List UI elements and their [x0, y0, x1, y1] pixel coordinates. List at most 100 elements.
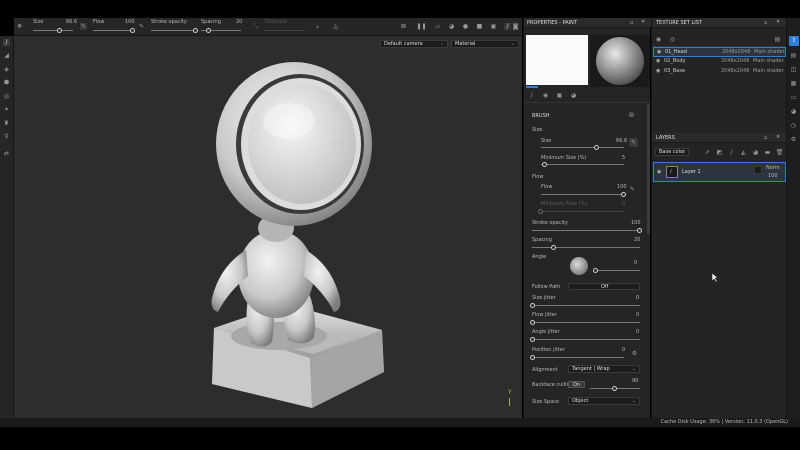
add-fill-layer-icon[interactable]: ◭ [740, 149, 747, 156]
material-tab-icon[interactable]: ◕ [570, 92, 577, 99]
eraser-tool-icon[interactable]: ◢ [3, 52, 10, 59]
pen-pressure-size-icon[interactable]: ✎ [80, 23, 87, 30]
size-jitter-slider[interactable] [532, 305, 640, 306]
layer-opacity[interactable]: 100 [768, 174, 778, 179]
3d-viewport[interactable]: Default camera ⌄ Material ⌄ Y [14, 36, 522, 418]
angle-dial[interactable] [570, 257, 588, 275]
add-paint-layer-icon[interactable]: / [728, 149, 735, 156]
toolbar-flow-slider[interactable] [93, 30, 133, 31]
follow-path-toggle[interactable]: Off [568, 283, 640, 290]
texture-set-settings-icon[interactable]: ▦ [790, 80, 797, 87]
symmetry-icon[interactable]: ✥ [16, 23, 23, 30]
screenshot-icon[interactable]: ◙ [512, 23, 519, 30]
preset-icon[interactable]: ▤ [629, 113, 634, 118]
close-icon[interactable]: ✕ [641, 20, 645, 25]
close-icon[interactable]: ✕ [776, 135, 780, 140]
bake-tool-icon[interactable]: ⚲ [3, 133, 10, 140]
alignment-select[interactable]: Tangent | Wrap ⌄ [568, 365, 640, 373]
flow-jitter-slider[interactable] [532, 322, 640, 323]
transform-tool-icon[interactable]: ⇄ [3, 150, 10, 157]
size-jitter-slider-handle[interactable] [530, 303, 535, 308]
size-slider-handle[interactable] [593, 145, 599, 150]
settings-menu-icon[interactable]: ▤ [774, 36, 781, 43]
smudge-tool-icon[interactable]: ◎ [3, 93, 10, 100]
min-flow-slider-handle[interactable] [538, 209, 543, 214]
stroke-opacity-slider[interactable] [532, 230, 640, 231]
display-settings-icon[interactable]: ● [462, 23, 469, 30]
split-view-icon[interactable]: ▣ [490, 23, 497, 30]
spacing-slider[interactable] [532, 247, 640, 248]
size-slider[interactable] [541, 147, 624, 148]
shader-settings-icon[interactable]: ◕ [790, 108, 797, 115]
material-preview[interactable] [590, 35, 650, 87]
brush-alpha-preview[interactable] [526, 35, 588, 85]
visibility-icon[interactable]: ◉ [656, 59, 660, 64]
polygon-fill-tool-icon[interactable]: ⬢ [3, 79, 10, 86]
texture-set-row[interactable]: ◉ 03_Base 2048x2048 Main shader [653, 67, 786, 77]
texture-set-row[interactable]: ◉ 01_Head 2048x2048 Main shader [653, 47, 786, 57]
min-size-slider-handle[interactable] [542, 162, 548, 167]
lazy-mouse-icon[interactable]: ⤡ [252, 23, 259, 30]
stencil-tab-icon[interactable]: ▣ [556, 92, 563, 99]
add-folder-icon[interactable]: ▬ [764, 149, 771, 156]
angle-slider[interactable] [596, 270, 640, 271]
visibility-icon[interactable]: ◉ [655, 36, 662, 43]
min-size-slider[interactable] [541, 164, 624, 165]
log-icon[interactable]: ⚙ [790, 136, 797, 143]
color-picker-icon[interactable]: ♜ [3, 120, 10, 127]
min-flow-slider[interactable] [541, 211, 624, 212]
toolbar-size-slider-handle[interactable] [56, 28, 62, 33]
stroke-opacity-slider-handle[interactable] [637, 228, 642, 233]
material-view-icon[interactable]: ◕ [448, 23, 455, 30]
flow-slider-handle[interactable] [621, 192, 626, 197]
maximize-icon[interactable]: ▫ [630, 21, 633, 26]
pen-pressure-flow-icon[interactable]: ✎ [629, 186, 636, 193]
backface-culling-toggle[interactable]: On [568, 381, 585, 388]
blend-mode[interactable]: Norm [766, 166, 780, 171]
clone-tool-icon[interactable]: ✶ [3, 106, 10, 113]
maximize-icon[interactable]: ▫ [764, 21, 767, 26]
toolbar-stroke-opacity-slider-handle[interactable] [193, 28, 198, 33]
video-icon[interactable]: ■ [476, 23, 483, 30]
layer-mask-slot[interactable] [754, 166, 762, 174]
symmetry-toggle-icon[interactable]: ◬ [332, 23, 339, 30]
add-smart-material-icon[interactable]: ◕ [752, 149, 759, 156]
add-effect-icon[interactable]: ⇗ [704, 149, 711, 156]
projection-tool-icon[interactable]: ◈ [3, 66, 10, 73]
close-icon[interactable]: ✕ [776, 20, 780, 25]
display-settings-icon[interactable]: ▭ [790, 94, 797, 101]
angle-jitter-slider-handle[interactable] [530, 337, 535, 342]
delete-layer-icon[interactable]: 🗑 [776, 149, 784, 156]
paint-mode-icon[interactable]: / [504, 23, 511, 30]
visibility-icon[interactable]: ◉ [657, 50, 661, 55]
position-jitter-mode-icon[interactable]: ⚙ [631, 350, 638, 357]
texture-set-row[interactable]: ◉ 02_Body 2048x2048 Main shader [653, 57, 786, 67]
flow-jitter-slider-handle[interactable] [530, 320, 535, 325]
symmetry-mode-icon[interactable]: ▵ [314, 23, 321, 30]
angle-slider-handle[interactable] [593, 268, 598, 273]
pause-icon[interactable]: ❚❚ [416, 23, 426, 30]
backface-culling-slider-handle[interactable] [612, 386, 617, 391]
iray-icon[interactable]: ⊠ [400, 23, 407, 30]
meet-mat-model[interactable] [14, 36, 522, 418]
toolbar-stroke-opacity-slider[interactable] [151, 30, 196, 31]
solo-icon[interactable]: ◎ [669, 36, 676, 43]
layer-row[interactable]: ◉ / Layer 1 Norm 100 [653, 162, 786, 182]
alpha-tab-icon[interactable]: ◉ [542, 92, 549, 99]
pen-pressure-icon[interactable]: ✎ [629, 138, 638, 147]
spacing-slider-handle[interactable] [550, 245, 556, 250]
channel-select[interactable]: Base color ⌄ [655, 148, 689, 156]
position-jitter-slider[interactable] [532, 357, 624, 358]
paint-brush-tool-icon[interactable]: / [3, 39, 10, 46]
pen-pressure-flow-icon[interactable]: ✎ [138, 23, 145, 30]
camera-projection-icon[interactable]: ▱ [434, 23, 441, 30]
history-icon[interactable]: ◷ [790, 122, 797, 129]
visibility-icon[interactable]: ◉ [656, 69, 660, 74]
toolbar-flow-slider-handle[interactable] [130, 28, 135, 33]
export-icon[interactable]: ⇪ [789, 36, 799, 46]
toolbar-distance-slider[interactable] [265, 30, 305, 31]
maximize-icon[interactable]: ▫ [764, 136, 767, 141]
add-mask-icon[interactable]: ◩ [716, 149, 723, 156]
properties-scrollbar[interactable] [647, 104, 650, 234]
flow-slider[interactable] [541, 194, 624, 195]
